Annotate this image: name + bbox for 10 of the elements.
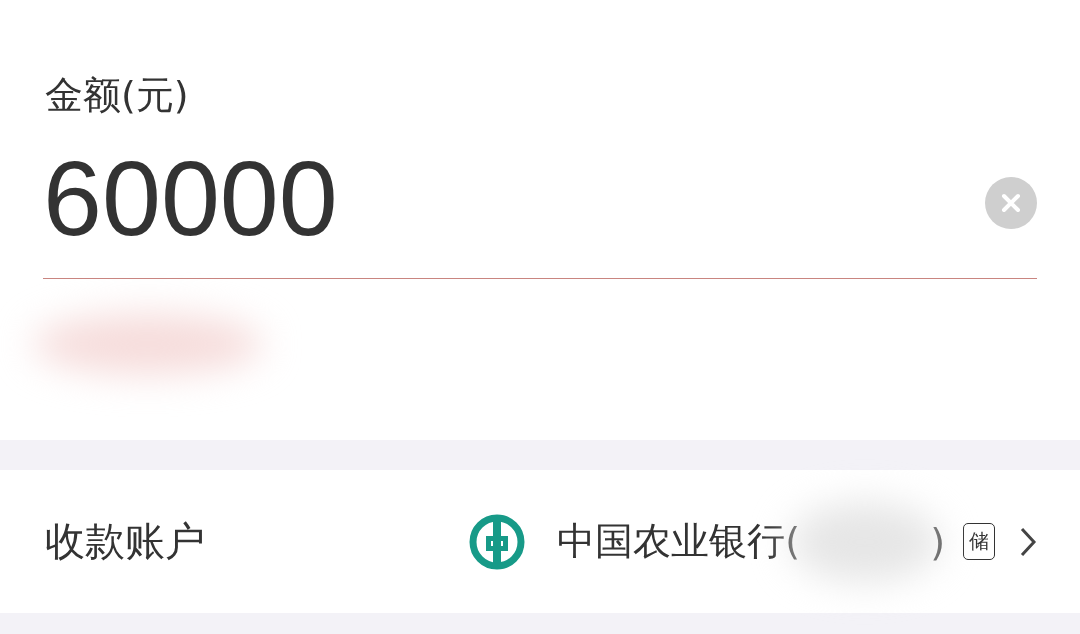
- bank-account-name: 中国农业银行(: [557, 518, 801, 565]
- close-icon: [1000, 192, 1022, 214]
- bank-account-suffix: ): [930, 519, 945, 564]
- account-label: 收款账户: [45, 517, 205, 566]
- amount-label: 金额(元): [45, 72, 190, 119]
- bank-logo-icon: [469, 513, 526, 570]
- clear-button[interactable]: [985, 177, 1037, 229]
- amount-field[interactable]: 60000: [43, 137, 985, 259]
- chevron-right-icon: [1019, 525, 1037, 558]
- account-type-badge: 储: [963, 523, 995, 560]
